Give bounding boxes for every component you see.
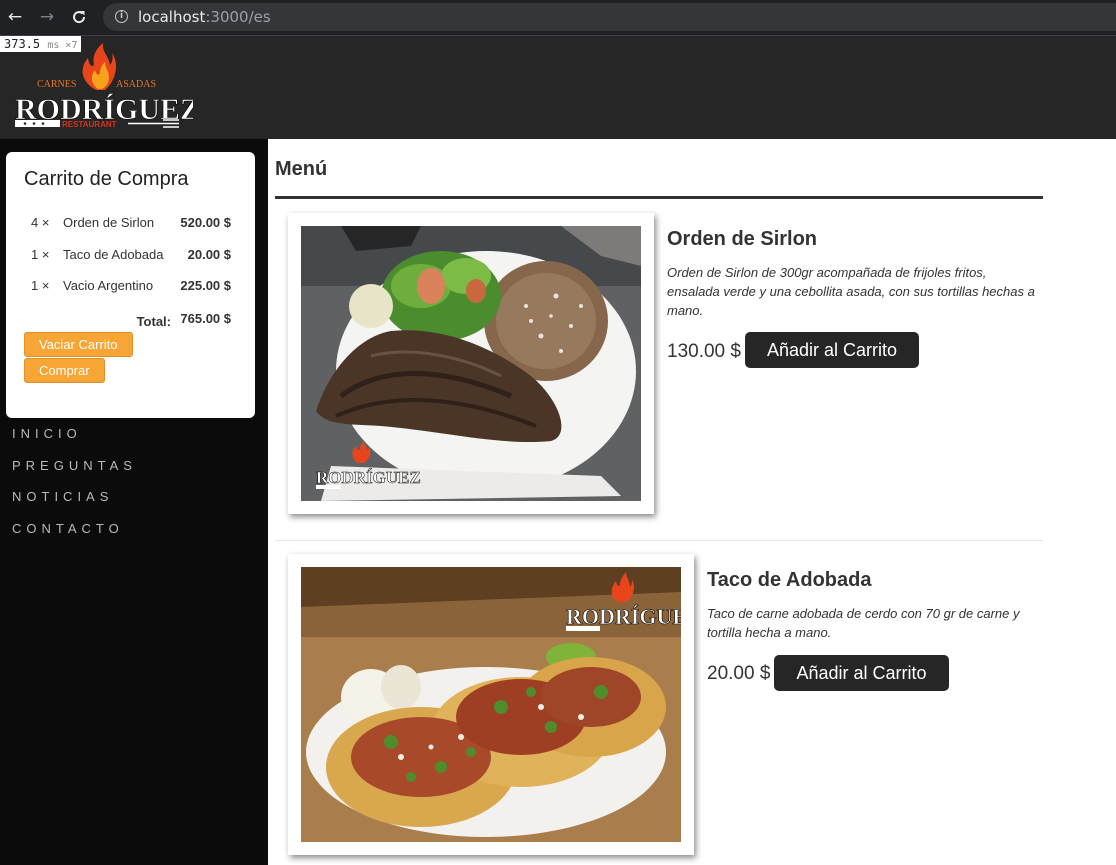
menu-item-description: Taco de carne adobada de cerdo con 70 gr… — [707, 606, 1020, 640]
cart-item-name: Vacio Argentino — [63, 278, 154, 294]
cart-item-name: Taco de Adobada — [63, 246, 164, 262]
site-header: CARNES ASADAS RODRÍGUEZ RESTAURANT — [0, 36, 1116, 139]
forward-arrow-icon[interactable]: → — [37, 7, 57, 27]
menu-item-price: 130.00 $ — [667, 341, 741, 362]
svg-text:ASADAS: ASADAS — [116, 79, 156, 90]
menu-item-photo-frame: RODRÍGUEZ — [288, 213, 654, 514]
svg-text:RODRÍGUEZ: RODRÍGUEZ — [316, 468, 421, 487]
cart-total-value: 765.00 $ — [180, 310, 231, 326]
adobada-tacos-image[interactable]: RODRÍGUEZ — [301, 567, 681, 842]
reload-icon[interactable] — [69, 7, 89, 27]
clear-cart-button[interactable]: Vaciar Carrito — [24, 331, 133, 357]
nav-link-preguntas[interactable]: PREGUNTAS — [12, 456, 137, 488]
cart-item-qty: 1 × — [31, 278, 50, 294]
browser-toolbar: ← → i localhost:3000/es — [0, 0, 1116, 36]
cart-item-qty: 4 × — [31, 215, 50, 231]
sidebar-nav: INICIO PREGUNTAS NOTICIAS CONTACTO — [12, 424, 137, 550]
menu-item-price: 20.00 $ — [707, 663, 771, 684]
menu-item-description: Orden de Sirlon de 300gr acompañada de f… — [667, 265, 1035, 318]
nav-link-contacto[interactable]: CONTACTO — [12, 519, 137, 551]
item-divider — [275, 540, 1043, 541]
sirloin-plate-image[interactable]: RODRÍGUEZ — [301, 226, 641, 501]
menu-heading: Menú — [275, 158, 328, 180]
cart-total-label: Total: — [136, 313, 171, 329]
cart-item: 1 × Taco de Adobada 20.00 $ — [24, 239, 237, 271]
cart-item: 1 × Vacio Argentino 225.00 $ — [24, 270, 237, 302]
add-to-cart-button[interactable]: Añadir al Carrito — [774, 655, 949, 691]
svg-text:RODRÍGUEZ: RODRÍGUEZ — [566, 604, 681, 629]
nav-link-noticias[interactable]: NOTICIAS — [12, 487, 137, 519]
menu-item-name: Taco de Adobada — [707, 569, 872, 591]
back-arrow-icon[interactable]: ← — [5, 7, 25, 27]
svg-text:CARNES: CARNES — [37, 79, 76, 90]
cart-title: Carrito de Compra — [24, 168, 189, 190]
performance-badge: 373.5 ms ×7 — [0, 36, 82, 52]
address-bar[interactable]: i localhost:3000/es — [103, 3, 1116, 31]
menu-item-photo-frame: RODRÍGUEZ — [288, 554, 694, 855]
cart-total: Total: 765.00 $ — [24, 311, 237, 329]
cart-item-price: 20.00 $ — [187, 246, 231, 262]
cart-item: 4 × Orden de Sirlon 520.00 $ — [24, 207, 237, 239]
cart-item-name: Orden de Sirlon — [63, 215, 155, 231]
add-to-cart-button[interactable]: Añadir al Carrito — [745, 332, 919, 368]
svg-text:RESTAURANT: RESTAURANT — [62, 120, 117, 129]
heading-divider — [275, 196, 1043, 199]
url-text: localhost:3000/es — [138, 8, 271, 26]
info-icon[interactable]: i — [115, 10, 128, 23]
shopping-cart-panel: Carrito de Compra 4 × Orden de Sirlon 52… — [6, 152, 255, 418]
cart-item-qty: 1 × — [31, 246, 50, 262]
checkout-button[interactable]: Comprar — [24, 357, 105, 383]
nav-link-inicio[interactable]: INICIO — [12, 424, 137, 456]
restaurant-logo[interactable]: CARNES ASADAS RODRÍGUEZ RESTAURANT — [13, 38, 193, 138]
menu-item-name: Orden de Sirlon — [667, 228, 818, 250]
cart-item-price: 520.00 $ — [180, 215, 231, 231]
cart-item-price: 225.00 $ — [180, 278, 231, 294]
